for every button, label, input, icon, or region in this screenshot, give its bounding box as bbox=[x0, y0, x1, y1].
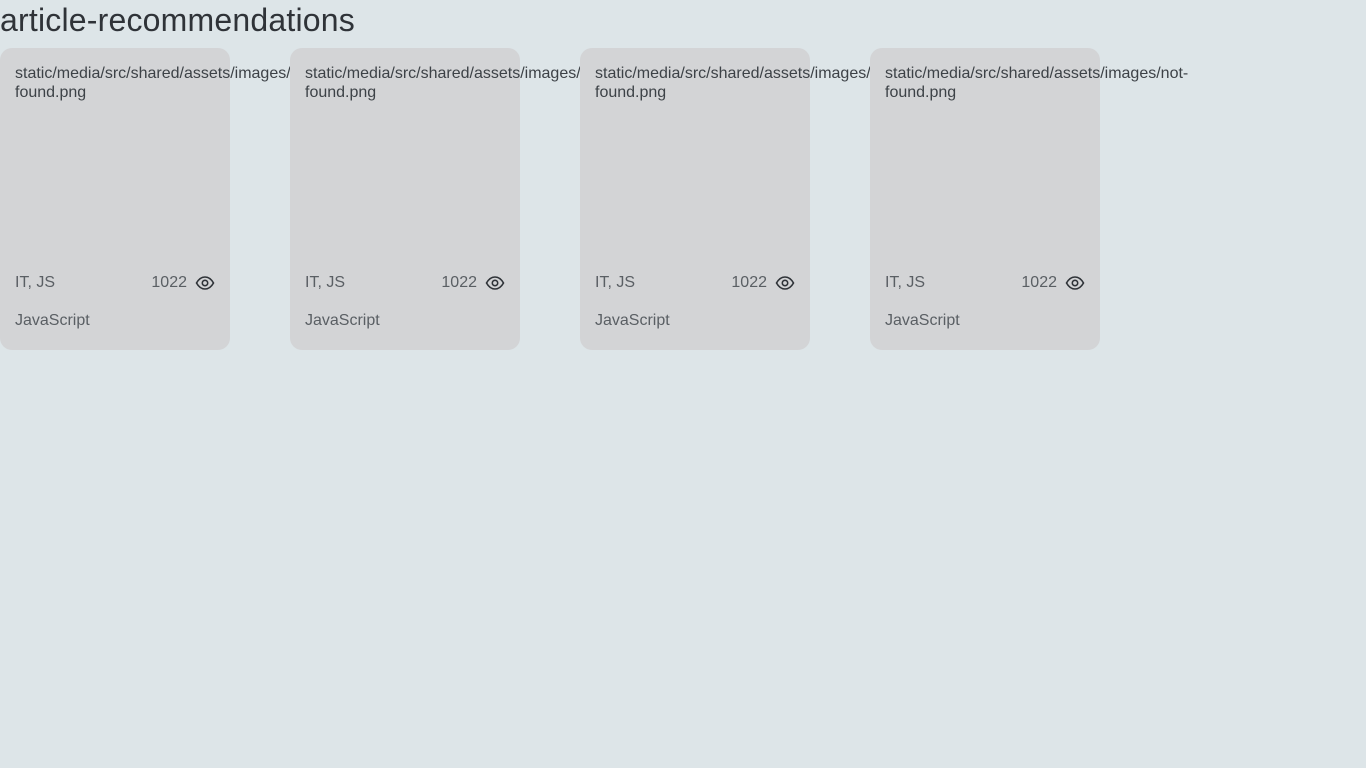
article-title: JavaScript bbox=[305, 312, 380, 329]
article-image: static/media/src/shared/assets/images/no… bbox=[15, 64, 319, 264]
views-count: 1022 bbox=[731, 274, 767, 291]
article-views: 1022 bbox=[731, 274, 795, 292]
article-image: static/media/src/shared/assets/images/no… bbox=[305, 64, 609, 264]
views-count: 1022 bbox=[441, 274, 477, 291]
eye-icon bbox=[1065, 275, 1085, 291]
article-image: static/media/src/shared/assets/images/no… bbox=[595, 64, 899, 264]
article-types: IT, JS bbox=[885, 274, 926, 291]
article-title: JavaScript bbox=[15, 312, 90, 329]
views-count: 1022 bbox=[151, 274, 187, 291]
article-image-alt: found.png bbox=[595, 84, 667, 101]
article-info: IT, JS 1022 bbox=[595, 272, 795, 294]
article-types: IT, JS bbox=[305, 274, 346, 291]
article-types: IT, JS bbox=[15, 274, 56, 291]
article-image-alt: found.png bbox=[305, 84, 377, 101]
eye-icon bbox=[195, 275, 215, 291]
page-title: article-recommendations bbox=[0, 2, 355, 38]
article-image-alt: static/media/src/shared/assets/images/no… bbox=[595, 65, 899, 82]
article-image: static/media/src/shared/assets/images/no… bbox=[885, 64, 1189, 264]
article-card[interactable]: static/media/src/shared/assets/images/no… bbox=[290, 48, 609, 350]
eye-icon bbox=[775, 275, 795, 291]
article-card[interactable]: static/media/src/shared/assets/images/no… bbox=[0, 48, 319, 350]
article-views: 1022 bbox=[441, 274, 505, 292]
article-types: IT, JS bbox=[595, 274, 636, 291]
article-image-alt: static/media/src/shared/assets/images/no… bbox=[15, 65, 319, 82]
article-card[interactable]: static/media/src/shared/assets/images/no… bbox=[580, 48, 899, 350]
article-image-alt: static/media/src/shared/assets/images/no… bbox=[305, 65, 609, 82]
article-image-alt: static/media/src/shared/assets/images/no… bbox=[885, 65, 1189, 82]
article-card[interactable]: static/media/src/shared/assets/images/no… bbox=[870, 48, 1189, 350]
article-image-alt: found.png bbox=[15, 84, 87, 101]
article-list: static/media/src/shared/assets/images/no… bbox=[0, 48, 1189, 350]
article-info: IT, JS 1022 bbox=[885, 272, 1085, 294]
eye-icon bbox=[485, 275, 505, 291]
views-count: 1022 bbox=[1021, 274, 1057, 291]
article-views: 1022 bbox=[151, 274, 215, 292]
article-image-alt: found.png bbox=[885, 84, 957, 101]
article-info: IT, JS 1022 bbox=[305, 272, 505, 294]
article-title: JavaScript bbox=[885, 312, 960, 329]
article-views: 1022 bbox=[1021, 274, 1085, 292]
article-title: JavaScript bbox=[595, 312, 670, 329]
article-info: IT, JS 1022 bbox=[15, 272, 215, 294]
